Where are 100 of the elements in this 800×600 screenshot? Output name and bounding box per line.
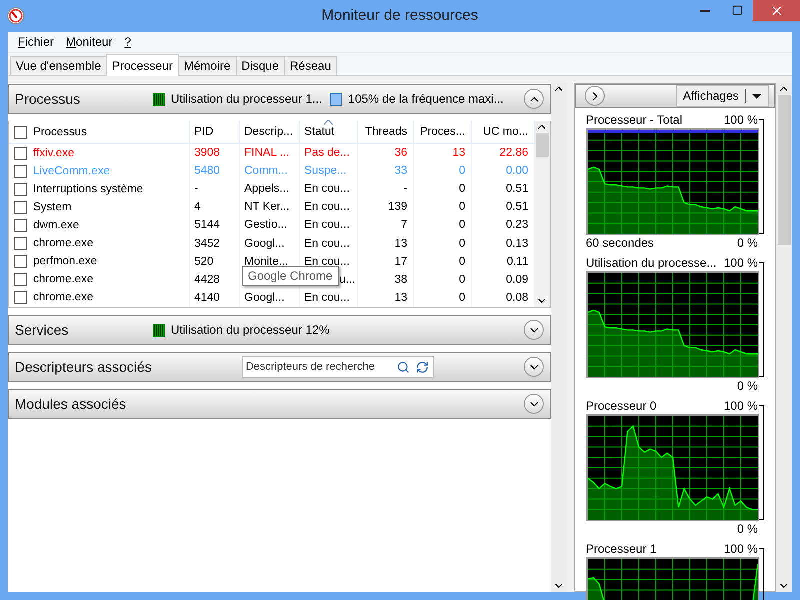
column-header[interactable]: Processus xyxy=(9,121,189,144)
table-cell: 0 xyxy=(413,180,471,198)
table-cell: 4 xyxy=(189,198,239,216)
menu-item[interactable]: Moniteur xyxy=(60,35,119,49)
table-cell: 5480 xyxy=(189,162,239,180)
refresh-icon[interactable] xyxy=(416,360,429,374)
graph-title: Processeur 1 xyxy=(586,542,657,556)
collapse-button[interactable] xyxy=(524,320,544,340)
table-cell: 0.09 xyxy=(471,270,534,289)
table-cell: 0 xyxy=(413,252,471,271)
section-header[interactable]: Descripteurs associés Descripteurs de recherche xyxy=(8,352,551,382)
graph-title: Utilisation du processe... xyxy=(586,256,717,270)
table-cell: En cou... xyxy=(299,288,357,307)
tab[interactable]: Mémoire xyxy=(178,56,237,75)
checkbox[interactable] xyxy=(14,218,27,232)
maximize-icon xyxy=(732,5,742,16)
table-cell: 520 xyxy=(189,252,239,271)
checkbox[interactable] xyxy=(14,200,27,214)
table-cell: Pas de... xyxy=(299,144,357,162)
table-cell: 22.86 xyxy=(471,144,534,162)
menu-item[interactable]: Fichier xyxy=(12,35,60,49)
table-cell: 0 xyxy=(413,234,471,253)
table-cell: ffxiv.exe xyxy=(9,144,189,162)
scroll-thumb[interactable] xyxy=(536,133,549,157)
checkbox[interactable] xyxy=(14,146,27,160)
table-cell: En cou... xyxy=(299,216,357,234)
section-header[interactable]: Modules associés xyxy=(8,389,551,419)
table-cell: 0.13 xyxy=(471,234,534,253)
section-title: Modules associés xyxy=(15,396,128,412)
column-header[interactable]: Proces... xyxy=(413,121,471,144)
column-header[interactable]: UC mo... xyxy=(471,121,534,144)
column-header[interactable]: PID xyxy=(189,121,239,144)
table-cell: chrome.exe xyxy=(9,234,189,253)
table-cell: 0.51 xyxy=(471,180,534,198)
table-cell: 7 xyxy=(357,216,413,234)
table-cell: perfmon.exe xyxy=(9,252,189,271)
table-cell: 13 xyxy=(357,234,413,253)
table-cell: 0.51 xyxy=(471,198,534,216)
table-cell: 0 xyxy=(413,270,471,289)
checkbox[interactable] xyxy=(14,255,27,268)
checkbox[interactable] xyxy=(14,126,27,138)
expand-button[interactable] xyxy=(585,86,605,106)
table-cell: - xyxy=(189,180,239,198)
section-header[interactable]: Processus Utilisation du processeur 1... 105% de la fréquence maxi... xyxy=(8,84,551,114)
checkbox[interactable] xyxy=(14,164,27,178)
table-cell: 33 xyxy=(357,162,413,180)
table-cell: LiveComm.exe xyxy=(9,162,189,180)
table-cell: 0.11 xyxy=(471,252,534,271)
checkbox[interactable] xyxy=(14,291,27,304)
section-title: Processus xyxy=(15,91,82,107)
column-header[interactable]: Statut xyxy=(299,121,357,144)
search-field[interactable]: Descripteurs de recherche xyxy=(242,356,434,378)
views-dropdown[interactable]: Affichages xyxy=(676,85,769,107)
legend-item: 105% de la fréquence maxi... xyxy=(330,92,504,106)
section-header[interactable]: Services Utilisation du processeur 12% xyxy=(8,315,551,345)
scroll-thumb[interactable] xyxy=(778,95,790,245)
table-cell: Suspe... xyxy=(299,162,357,180)
table-cell: 3908 xyxy=(189,144,239,162)
table-cell: chrome.exe xyxy=(9,288,189,307)
section-title: Services xyxy=(15,322,70,338)
table-cell: 13 xyxy=(357,288,413,307)
table-cell: Appels... xyxy=(239,180,299,198)
graph-title: Processeur 0 xyxy=(586,399,657,413)
search-icon[interactable] xyxy=(396,360,410,374)
tab[interactable]: Processeur xyxy=(106,54,179,76)
checkbox[interactable] xyxy=(14,237,27,250)
table-cell: 139 xyxy=(357,198,413,216)
tab[interactable]: Disque xyxy=(236,56,285,75)
tab[interactable]: Réseau xyxy=(284,56,338,75)
time-span-label: 60 secondes xyxy=(586,236,654,250)
table-cell: 0.00 xyxy=(471,162,534,180)
table-cell: - xyxy=(357,180,413,198)
graph-min-label: 0 % xyxy=(737,522,758,536)
checkbox[interactable] xyxy=(14,273,27,286)
table-cell: FINAL ... xyxy=(239,144,299,162)
close-button[interactable] xyxy=(753,0,800,21)
table-cell: Googl... xyxy=(239,288,299,307)
collapse-button[interactable] xyxy=(524,89,544,109)
collapse-button[interactable] xyxy=(524,357,544,377)
table-cell: En cou... xyxy=(299,180,357,198)
column-header[interactable]: Threads xyxy=(357,121,413,144)
minimize-icon xyxy=(700,10,710,12)
table-cell: dwm.exe xyxy=(9,216,189,234)
table-cell: 0 xyxy=(413,288,471,307)
tab[interactable]: Vue d'ensemble xyxy=(10,56,108,75)
table-cell: 4428 xyxy=(189,270,239,289)
table-cell: 0.23 xyxy=(471,216,534,234)
menu-item[interactable]: ? xyxy=(118,35,138,49)
table-cell: 4140 xyxy=(189,288,239,307)
graph-max-label: 100 % xyxy=(724,399,758,413)
table-cell: 0 xyxy=(413,198,471,216)
column-header[interactable]: Descrip... xyxy=(239,121,299,144)
table-cell: 17 xyxy=(357,252,413,271)
graph-min-label: 0 % xyxy=(737,379,758,393)
table-cell: Googl... xyxy=(239,234,299,253)
table-cell: 3452 xyxy=(189,234,239,253)
window-title: Moniteur de ressources xyxy=(320,7,480,24)
checkbox[interactable] xyxy=(14,182,27,196)
collapse-button[interactable] xyxy=(524,394,544,414)
graph-title: Processeur - Total xyxy=(586,113,682,127)
